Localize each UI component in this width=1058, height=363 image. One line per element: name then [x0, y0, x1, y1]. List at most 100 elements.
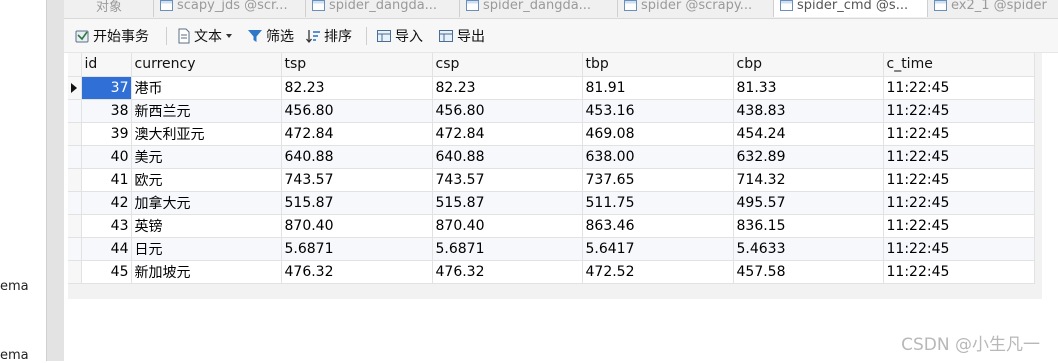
cell-currency[interactable]: 日元 — [130, 236, 282, 261]
row-indicator[interactable] — [68, 75, 82, 100]
row-indicator[interactable] — [68, 98, 82, 123]
cell-id[interactable]: 40 — [80, 144, 132, 169]
cell-tbp[interactable]: 472.52 — [581, 259, 734, 284]
tab-objects[interactable]: 对象 — [64, 0, 154, 17]
cell-csp[interactable]: 870.40 — [431, 213, 583, 238]
cell-c-time[interactable]: 11:22:45 — [882, 144, 1035, 169]
cell-cbp[interactable]: 5.4633 — [732, 236, 884, 261]
cell-csp[interactable]: 515.87 — [431, 190, 583, 215]
cell-csp[interactable]: 456.80 — [431, 98, 583, 123]
table-row[interactable]: 37 港币 82.23 82.23 81.91 81.33 11:22:45 — [68, 75, 1035, 100]
column-header-currency[interactable]: currency — [130, 53, 282, 77]
cell-currency[interactable]: 港币 — [130, 75, 282, 100]
cell-csp[interactable]: 743.57 — [431, 167, 583, 192]
row-indicator[interactable] — [68, 213, 82, 238]
cell-tbp[interactable]: 511.75 — [581, 190, 734, 215]
cell-tbp[interactable]: 863.46 — [581, 213, 734, 238]
cell-c-time[interactable]: 11:22:45 — [882, 121, 1035, 146]
tab-spider-cmd[interactable]: spider_cmd @s... — [774, 0, 928, 17]
cell-tsp[interactable]: 476.32 — [280, 259, 433, 284]
import-button[interactable]: 导入 — [376, 26, 423, 46]
cell-id[interactable]: 41 — [80, 167, 132, 192]
cell-tsp[interactable]: 743.57 — [280, 167, 433, 192]
cell-tbp[interactable]: 469.08 — [581, 121, 734, 146]
cell-cbp[interactable]: 457.58 — [732, 259, 884, 284]
cell-tbp[interactable]: 81.91 — [581, 75, 734, 100]
export-button[interactable]: 导出 — [438, 26, 485, 46]
row-indicator[interactable] — [68, 167, 82, 192]
cell-tsp[interactable]: 640.88 — [280, 144, 433, 169]
cell-id[interactable]: 44 — [80, 236, 132, 261]
cell-tbp[interactable]: 5.6417 — [581, 236, 734, 261]
sidebar-item-fragment[interactable]: ema — [0, 279, 29, 294]
tab-spider-dangdang-2[interactable]: spider_dangda... — [460, 0, 618, 17]
cell-currency[interactable]: 澳大利亚元 — [130, 121, 282, 146]
cell-tbp[interactable]: 737.65 — [581, 167, 734, 192]
cell-id[interactable]: 39 — [80, 121, 132, 146]
cell-tsp[interactable]: 515.87 — [280, 190, 433, 215]
cell-cbp[interactable]: 632.89 — [732, 144, 884, 169]
column-header-csp[interactable]: csp — [431, 53, 583, 77]
cell-tbp[interactable]: 638.00 — [581, 144, 734, 169]
cell-id[interactable]: 37 — [80, 75, 132, 100]
row-indicator[interactable] — [68, 236, 82, 261]
cell-currency[interactable]: 欧元 — [130, 167, 282, 192]
cell-tsp[interactable]: 5.6871 — [280, 236, 433, 261]
cell-cbp[interactable]: 81.33 — [732, 75, 884, 100]
column-header-cbp[interactable]: cbp — [732, 53, 884, 77]
table-row[interactable]: 38 新西兰元 456.80 456.80 453.16 438.83 11:22:45 — [68, 98, 1035, 123]
cell-tbp[interactable]: 453.16 — [581, 98, 734, 123]
column-header-tbp[interactable]: tbp — [581, 53, 734, 77]
cell-currency[interactable]: 新加坡元 — [130, 259, 282, 284]
tab-ex2-1[interactable]: ex2_1 @spider — [928, 0, 1058, 17]
row-indicator[interactable] — [68, 121, 82, 146]
cell-id[interactable]: 42 — [80, 190, 132, 215]
table-row[interactable]: 45 新加坡元 476.32 476.32 472.52 457.58 11:22:45 — [68, 259, 1035, 284]
table-row[interactable]: 42 加拿大元 515.87 515.87 511.75 495.57 11:22:45 — [68, 190, 1035, 215]
cell-c-time[interactable]: 11:22:45 — [882, 167, 1035, 192]
cell-c-time[interactable]: 11:22:45 — [882, 75, 1035, 100]
cell-c-time[interactable]: 11:22:45 — [882, 213, 1035, 238]
cell-c-time[interactable]: 11:22:45 — [882, 236, 1035, 261]
cell-cbp[interactable]: 438.83 — [732, 98, 884, 123]
cell-tsp[interactable]: 472.84 — [280, 121, 433, 146]
table-row[interactable]: 41 欧元 743.57 743.57 737.65 714.32 11:22:45 — [68, 167, 1035, 192]
row-indicator[interactable] — [68, 144, 82, 169]
cell-cbp[interactable]: 454.24 — [732, 121, 884, 146]
cell-c-time[interactable]: 11:22:45 — [882, 98, 1035, 123]
column-header-id[interactable]: id — [80, 53, 132, 77]
cell-csp[interactable]: 476.32 — [431, 259, 583, 284]
cell-csp[interactable]: 82.23 — [431, 75, 583, 100]
cell-cbp[interactable]: 836.15 — [732, 213, 884, 238]
row-indicator[interactable] — [68, 259, 82, 284]
cell-currency[interactable]: 加拿大元 — [130, 190, 282, 215]
filter-button[interactable]: 筛选 — [247, 26, 294, 46]
cell-c-time[interactable]: 11:22:45 — [882, 190, 1035, 215]
table-row[interactable]: 40 美元 640.88 640.88 638.00 632.89 11:22:45 — [68, 144, 1035, 169]
cell-currency[interactable]: 英镑 — [130, 213, 282, 238]
table-row[interactable]: 44 日元 5.6871 5.6871 5.6417 5.4633 11:22:45 — [68, 236, 1035, 261]
cell-id[interactable]: 43 — [80, 213, 132, 238]
tab-spider-scrapy[interactable]: spider @scrapy... — [618, 0, 774, 17]
column-header-tsp[interactable]: tsp — [280, 53, 433, 77]
row-indicator[interactable] — [68, 190, 82, 215]
cell-csp[interactable]: 5.6871 — [431, 236, 583, 261]
tab-spider-dangdang-1[interactable]: spider_dangda... — [306, 0, 460, 17]
column-header-c-time[interactable]: c_time — [882, 53, 1035, 77]
cell-id[interactable]: 45 — [80, 259, 132, 284]
cell-csp[interactable]: 640.88 — [431, 144, 583, 169]
cell-currency[interactable]: 新西兰元 — [130, 98, 282, 123]
pane-splitter[interactable] — [46, 0, 65, 361]
begin-transaction-button[interactable]: 开始事务 — [74, 26, 149, 46]
table-row[interactable]: 43 英镑 870.40 870.40 863.46 836.15 11:22:45 — [68, 213, 1035, 238]
table-row[interactable]: 39 澳大利亚元 472.84 472.84 469.08 454.24 11:22:45 — [68, 121, 1035, 146]
cell-cbp[interactable]: 495.57 — [732, 190, 884, 215]
tab-scapy-jds[interactable]: scapy_jds @scr... — [154, 0, 306, 17]
cell-tsp[interactable]: 870.40 — [280, 213, 433, 238]
cell-tsp[interactable]: 82.23 — [280, 75, 433, 100]
cell-tsp[interactable]: 456.80 — [280, 98, 433, 123]
cell-c-time[interactable]: 11:22:45 — [882, 259, 1035, 284]
cell-currency[interactable]: 美元 — [130, 144, 282, 169]
cell-id[interactable]: 38 — [80, 98, 132, 123]
text-menu-button[interactable]: 文本 — [177, 26, 233, 46]
